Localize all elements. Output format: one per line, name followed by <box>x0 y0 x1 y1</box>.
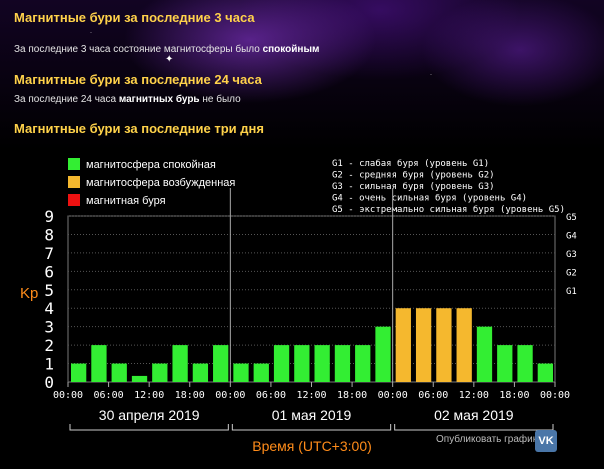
day-label: 30 апреля 2019 <box>99 407 200 423</box>
kp-bar <box>314 345 330 382</box>
legend-label: магнитная буря <box>86 195 166 207</box>
day-bracket <box>231 424 392 431</box>
kp-bar <box>273 345 290 382</box>
kp-bar <box>172 345 188 382</box>
x-tick-label: 12:00 <box>134 390 164 401</box>
kp-bar <box>152 363 168 382</box>
kp-bar <box>375 326 391 382</box>
g-scale-legend-item: G2 - средняя буря (уровень G2) <box>332 170 495 181</box>
y-tick-label: 1 <box>44 355 54 374</box>
day-label: 01 мая 2019 <box>272 407 352 423</box>
kp-bar <box>192 363 209 382</box>
kp-bar <box>355 345 371 382</box>
day-bracket <box>69 424 229 431</box>
kp-bar <box>415 308 432 382</box>
x-tick-label: 18:00 <box>337 390 367 401</box>
kp-bar <box>111 363 127 382</box>
kp-bar <box>91 345 107 382</box>
kp-bar <box>253 363 269 382</box>
legend-swatch <box>68 158 80 170</box>
kp-index-chart: магнитосфера спокойная магнитосфера возбу… <box>20 158 577 454</box>
y-tick-label: 2 <box>44 336 54 355</box>
g-scale-legend-item: G4 - очень сильная буря (уровень G4) <box>332 193 527 204</box>
g-scale-label: G3 <box>566 250 577 260</box>
x-tick-label: 18:00 <box>175 390 205 401</box>
y-tick-label: 6 <box>44 262 54 281</box>
day-label: 02 мая 2019 <box>434 407 514 423</box>
legend-swatch <box>68 176 80 188</box>
g-scale-label: G5 <box>566 213 577 223</box>
x-tick-label: 06:00 <box>418 390 448 401</box>
g-scale-legend-item: G3 - сильная буря (уровень G3) <box>332 181 495 192</box>
kp-bar <box>537 363 553 382</box>
y-tick-label: 3 <box>44 318 54 337</box>
x-tick-label: 00:00 <box>540 390 570 401</box>
y-tick-label: 4 <box>44 299 54 318</box>
y-tick-label: 5 <box>44 281 54 300</box>
kp-bar <box>71 363 87 382</box>
kp-bar <box>131 375 148 382</box>
x-tick-label: 06:00 <box>94 390 124 401</box>
kp-bar <box>395 308 411 382</box>
share-label: Опубликовать график: <box>436 434 540 445</box>
kp-bar <box>517 345 533 382</box>
day-bracket <box>394 424 554 431</box>
kp-bar <box>476 326 493 382</box>
vk-icon[interactable]: VK <box>535 430 557 452</box>
x-tick-label: 12:00 <box>459 390 489 401</box>
g-scale-label: G1 <box>566 287 577 297</box>
x-tick-label: 00:00 <box>215 390 245 401</box>
kp-bar <box>456 308 472 382</box>
kp-bar <box>233 363 249 382</box>
y-tick-label: 8 <box>44 225 54 244</box>
legend-swatch <box>68 194 80 206</box>
y-axis-label: Kp <box>20 285 38 302</box>
x-axis-label: Время (UTC+3:00) <box>252 438 372 454</box>
x-tick-label: 06:00 <box>256 390 286 401</box>
legend-label: магнитосфера возбужденная <box>86 177 235 189</box>
x-tick-label: 18:00 <box>499 390 529 401</box>
g-scale-legend-item: G5 - экстремально сильная буря (уровень … <box>332 204 565 215</box>
y-tick-label: 7 <box>44 244 54 263</box>
g-scale-label: G4 <box>566 231 577 241</box>
x-tick-label: 12:00 <box>296 390 326 401</box>
x-tick-label: 00:00 <box>378 390 408 401</box>
kp-bar <box>497 345 513 382</box>
legend-label: магнитосфера спокойная <box>86 159 216 171</box>
g-scale-legend-item: G1 - слабая буря (уровень G1) <box>332 158 489 169</box>
y-tick-label: 9 <box>44 207 54 226</box>
g-scale-label: G2 <box>566 268 577 278</box>
kp-bar <box>334 345 351 382</box>
kp-bar <box>436 308 452 382</box>
kp-bar <box>213 345 229 382</box>
x-tick-label: 00:00 <box>53 390 83 401</box>
kp-bar <box>294 345 310 382</box>
